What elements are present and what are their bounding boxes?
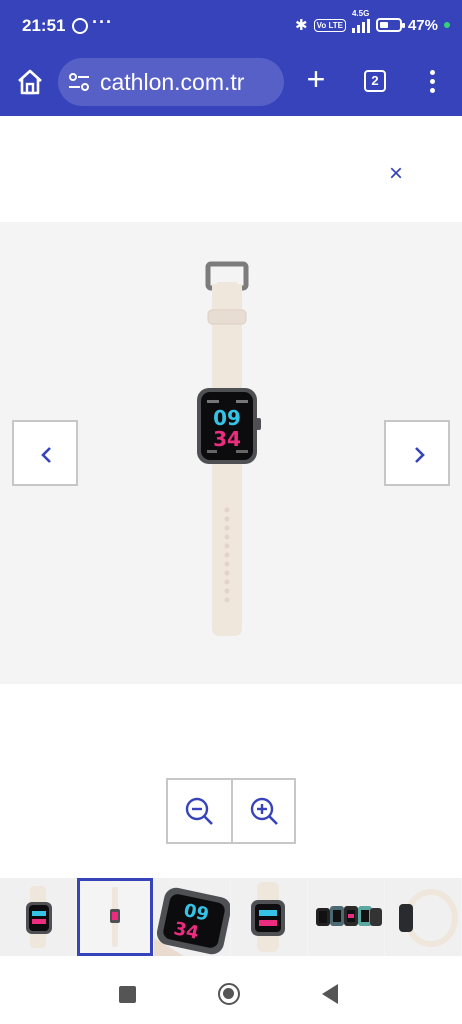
previous-image-button[interactable] <box>12 420 78 486</box>
home-button[interactable] <box>14 66 46 98</box>
thumbnail-3[interactable]: 09 34 <box>154 878 232 956</box>
status-bar: 21:51 ··· ✱ Vo LTE 4.5G 47% <box>0 0 462 52</box>
next-image-button[interactable] <box>384 420 450 486</box>
thumbnail-5[interactable] <box>308 878 384 956</box>
back-button[interactable] <box>322 984 338 1004</box>
product-image-viewer[interactable]: 09 34 <box>0 222 462 684</box>
tab-switcher-button[interactable]: 2 <box>364 70 386 92</box>
home-icon <box>18 69 42 95</box>
whatsapp-icon <box>72 18 88 34</box>
bluetooth-icon: ✱ <box>295 17 308 34</box>
chevron-right-icon <box>415 447 425 463</box>
android-navigation-bar <box>0 958 462 1024</box>
plus-icon: + <box>306 61 326 97</box>
overflow-menu-button[interactable] <box>424 68 440 96</box>
thumbnail-4[interactable] <box>231 878 307 956</box>
watch-face-minute: 34 <box>213 427 241 451</box>
zoom-in-icon <box>250 797 278 825</box>
home-nav-button[interactable] <box>218 983 240 1005</box>
address-bar[interactable]: cathlon.com.tr <box>58 58 284 106</box>
recent-apps-button[interactable] <box>119 986 136 1003</box>
zoom-in-button[interactable] <box>230 780 294 842</box>
thumbnail-2[interactable] <box>77 878 153 956</box>
status-time: 21:51 <box>22 16 66 35</box>
address-text[interactable]: cathlon.com.tr <box>100 69 244 96</box>
thumbnail-6[interactable] <box>385 878 461 956</box>
close-gallery-button[interactable]: × <box>382 160 410 188</box>
new-tab-button[interactable]: + <box>300 61 332 97</box>
thumbnail-1[interactable] <box>0 878 76 956</box>
zoom-out-icon <box>185 797 213 825</box>
volte-badge: Vo LTE <box>313 18 346 32</box>
more-notifications-icon: ··· <box>92 12 113 32</box>
signal-icon: 4.5G <box>351 9 370 33</box>
zoom-out-button[interactable] <box>168 780 231 842</box>
battery-percent: 47% <box>407 16 438 34</box>
privacy-indicator-icon <box>444 22 450 28</box>
chevron-left-icon <box>41 447 51 463</box>
browser-chrome: 21:51 ··· ✱ Vo LTE 4.5G 47% cathlon.com.… <box>0 0 462 116</box>
battery-icon <box>375 18 405 32</box>
status-right: ✱ Vo LTE 4.5G 47% <box>295 9 450 34</box>
battery-fill <box>379 22 388 28</box>
network-type: 4.5G <box>351 9 370 18</box>
browser-toolbar: cathlon.com.tr + 2 <box>0 54 462 110</box>
thumbnail-strip: 09 34 <box>0 878 462 956</box>
zoom-controls <box>166 778 296 844</box>
site-settings-icon[interactable] <box>68 72 90 92</box>
